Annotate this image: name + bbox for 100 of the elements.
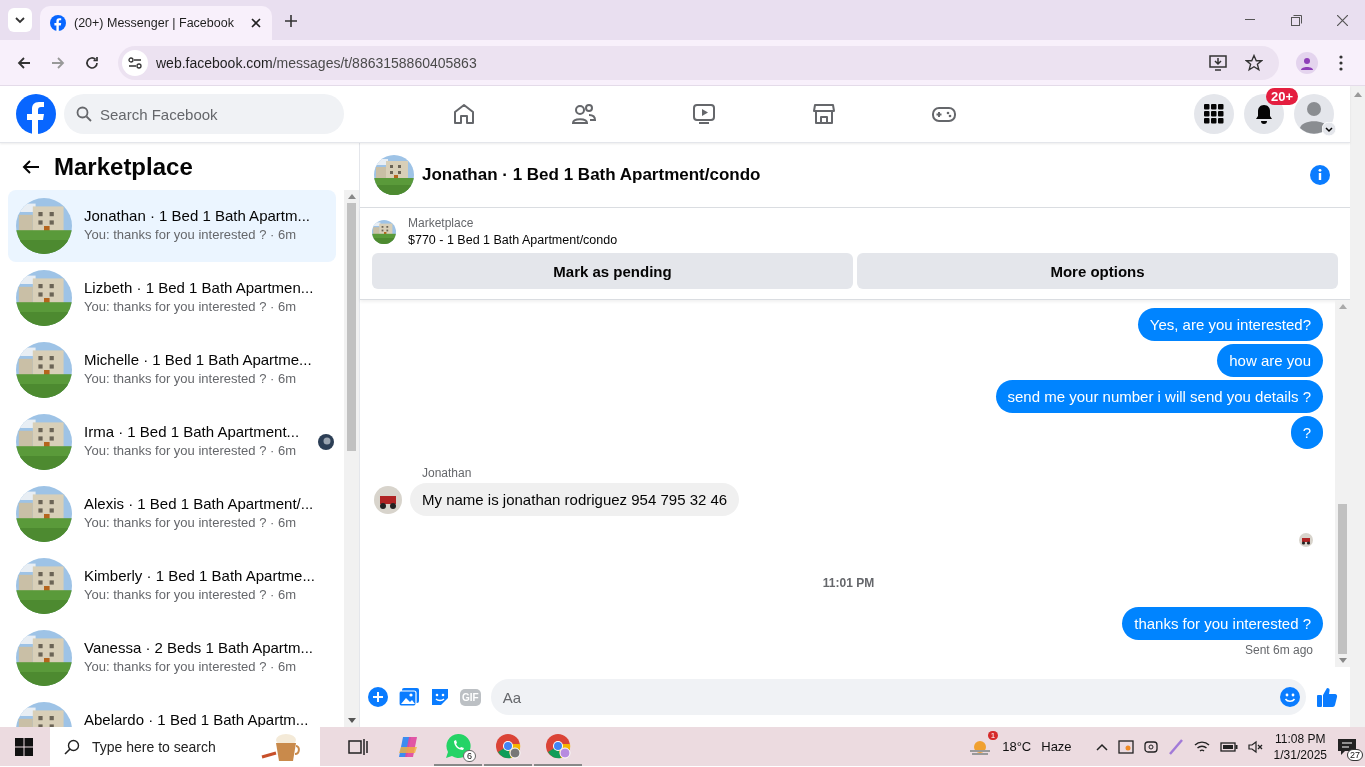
chat-title: Jonathan · 1 Bed 1 Bath Apartment/condo bbox=[422, 165, 762, 185]
scroll-down-icon[interactable] bbox=[1338, 658, 1347, 663]
marketplace-icon[interactable] bbox=[812, 102, 836, 126]
conversation-name: Vanessa · 2 Beds 1 Bath Apartm... bbox=[84, 639, 313, 656]
scrollbar-thumb[interactable] bbox=[1338, 504, 1347, 654]
plus-icon[interactable] bbox=[368, 687, 388, 707]
search-icon bbox=[64, 738, 80, 755]
windows-start-icon[interactable] bbox=[15, 737, 33, 756]
chrome-icon[interactable] bbox=[495, 732, 521, 759]
install-icon[interactable] bbox=[1209, 54, 1227, 71]
taskbar-search-field[interactable]: Type here to search bbox=[50, 727, 320, 766]
cup-icon bbox=[260, 731, 300, 763]
bell-icon bbox=[1254, 104, 1274, 124]
scrollbar-thumb[interactable] bbox=[347, 203, 356, 451]
read-receipt-avatar bbox=[1299, 533, 1313, 547]
back-icon[interactable] bbox=[17, 55, 31, 70]
message-input[interactable]: Aa bbox=[490, 679, 1306, 715]
tray-app-icon[interactable] bbox=[1117, 738, 1134, 755]
conversation-preview: You: thanks for you interested ? · 6m bbox=[84, 587, 297, 602]
profile-button[interactable] bbox=[1296, 51, 1318, 74]
browser-tab[interactable]: (20+) Messenger | Facebook bbox=[40, 6, 272, 40]
sent-message: how are you bbox=[1217, 344, 1323, 377]
battery-icon[interactable] bbox=[1219, 740, 1238, 753]
clock-time[interactable]: 11:08 PM bbox=[1275, 730, 1326, 747]
delivery-status: Sent 6m ago bbox=[1244, 643, 1313, 657]
conversation-name: Lizbeth · 1 Bed 1 Bath Apartmen... bbox=[84, 279, 314, 296]
task-view-icon[interactable] bbox=[348, 737, 368, 756]
weather-badge: 1 bbox=[987, 730, 999, 740]
sent-message: Yes, are you interested? bbox=[1137, 308, 1323, 341]
whatsapp-taskbar-button[interactable]: 6 bbox=[434, 727, 482, 766]
account-avatar[interactable] bbox=[1294, 94, 1334, 134]
timestamp: 11:01 PM bbox=[822, 576, 875, 590]
conversation-item[interactable]: Kimberly · 1 Bed 1 Bath Apartme... You: thanks for you interested ? · 6m bbox=[8, 550, 336, 622]
minimize-icon[interactable] bbox=[1245, 19, 1255, 21]
emoji-icon[interactable] bbox=[1280, 687, 1300, 707]
conversation-name: Irma · 1 Bed 1 Bath Apartment... bbox=[84, 423, 300, 440]
video-icon[interactable] bbox=[692, 102, 716, 126]
menu-icon[interactable] bbox=[1339, 54, 1343, 71]
close-icon[interactable] bbox=[250, 17, 262, 29]
sent-message: thanks for you interested ? bbox=[1122, 607, 1323, 640]
info-icon[interactable] bbox=[1310, 165, 1330, 185]
conversation-item[interactable]: Jonathan · 1 Bed 1 Bath Apartm... You: thanks for you interested ? · 6m bbox=[8, 190, 336, 262]
listing-title: $770 - 1 Bed 1 Bath Apartment/condo bbox=[408, 233, 618, 247]
caret-icon bbox=[14, 14, 26, 26]
conversation-preview: You: thanks for you interested ? · 6m bbox=[84, 443, 297, 458]
received-message: My name is jonathan rodriguez 954 795 32 46 bbox=[410, 483, 740, 516]
conversation-name: Alexis · 1 Bed 1 Bath Apartment/... bbox=[84, 495, 314, 512]
person-icon bbox=[1300, 55, 1314, 70]
menu-button[interactable] bbox=[1194, 94, 1234, 134]
back-icon[interactable] bbox=[22, 158, 40, 175]
sent-message: ? bbox=[1290, 416, 1323, 449]
facebook-icon bbox=[50, 15, 66, 31]
conversation-preview: You: thanks for you interested ? · 6m bbox=[84, 299, 297, 314]
home-icon[interactable] bbox=[452, 102, 476, 126]
muted-speaker-icon[interactable] bbox=[1247, 739, 1264, 754]
conversation-name: Kimberly · 1 Bed 1 Bath Apartme... bbox=[84, 567, 315, 584]
caret-icon[interactable] bbox=[1322, 122, 1336, 136]
action-button[interactable]: More options bbox=[857, 253, 1338, 289]
conversation-item[interactable]: Irma · 1 Bed 1 Bath Apartment... You: thanks for you interested ? · 6m bbox=[8, 406, 336, 478]
photo-icon[interactable] bbox=[398, 687, 420, 707]
chrome-icon[interactable] bbox=[545, 732, 571, 759]
camera-icon[interactable] bbox=[1143, 738, 1158, 755]
chat-bubble-icon bbox=[445, 732, 471, 759]
sender-name: Jonathan bbox=[422, 466, 473, 480]
conversation-name: Jonathan · 1 Bed 1 Bath Apartm... bbox=[84, 207, 310, 224]
listing-label: Marketplace bbox=[408, 216, 475, 230]
facebook-logo[interactable] bbox=[16, 94, 56, 134]
action-button[interactable]: Mark as pending bbox=[372, 253, 853, 289]
sidebar-title: Marketplace bbox=[54, 152, 193, 181]
conversation-preview: You: thanks for you interested ? · 6m bbox=[84, 515, 297, 530]
bookmark-star-icon[interactable] bbox=[1245, 53, 1263, 72]
site-settings-icon[interactable] bbox=[128, 55, 142, 70]
address-bar[interactable]: web.facebook.com/messages/t/8863158860405863 bbox=[118, 45, 1279, 80]
grid-icon bbox=[1204, 104, 1224, 124]
conversation-item[interactable]: Alexis · 1 Bed 1 Bath Apartment/... You: thanks for you interested ? · 6m bbox=[8, 478, 336, 550]
scroll-down-icon[interactable] bbox=[347, 718, 356, 723]
conversation-name: Michelle · 1 Bed 1 Bath Apartme... bbox=[84, 351, 312, 368]
like-icon[interactable] bbox=[1316, 686, 1338, 708]
conversation-preview: You: thanks for you interested ? · 6m bbox=[84, 227, 297, 242]
conversation-item[interactable]: Michelle · 1 Bed 1 Bath Apartme... You: thanks for you interested ? · 6m bbox=[8, 334, 336, 406]
friends-icon[interactable] bbox=[571, 102, 597, 126]
conversation-item[interactable]: Vanessa · 2 Beds 1 Bath Apartm... You: thanks for you interested ? · 6m bbox=[8, 622, 336, 694]
sender-avatar bbox=[374, 485, 402, 514]
clock-date[interactable]: 1/31/2025 bbox=[1273, 746, 1327, 763]
scroll-up-icon[interactable] bbox=[347, 194, 356, 199]
tab-list-button[interactable] bbox=[8, 8, 32, 32]
sent-message: send me your number i will send you details ? bbox=[995, 380, 1323, 413]
search-icon bbox=[76, 106, 92, 122]
copilot-icon[interactable] bbox=[396, 735, 420, 758]
restore-icon[interactable] bbox=[1290, 14, 1302, 26]
search-field[interactable]: Search Facebook bbox=[64, 94, 344, 134]
chevron-up-icon[interactable] bbox=[1095, 742, 1108, 751]
weather-condition: Haze bbox=[1041, 739, 1072, 754]
plus-icon bbox=[284, 14, 298, 28]
conversation-item[interactable]: Lizbeth · 1 Bed 1 Bath Apartmen... You: thanks for you interested ? · 6m bbox=[8, 262, 336, 334]
sticker-icon[interactable] bbox=[430, 687, 450, 707]
wifi-icon[interactable] bbox=[1193, 739, 1210, 754]
reload-icon[interactable] bbox=[85, 55, 99, 70]
notification-badge: 20+ bbox=[1265, 88, 1298, 105]
forward-icon[interactable] bbox=[51, 55, 65, 70]
